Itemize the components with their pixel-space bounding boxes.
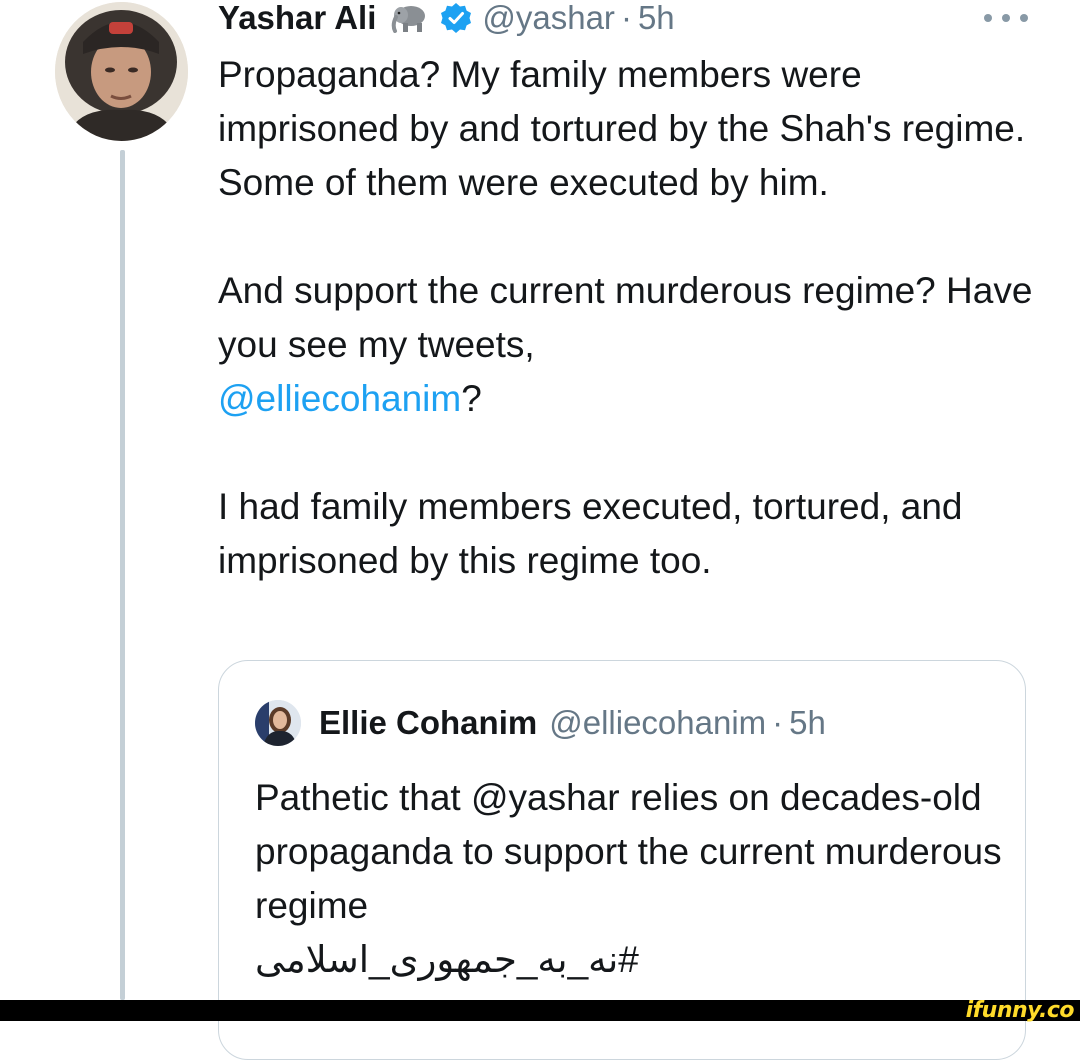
hashtag[interactable]: #نه_به_جمهوری_اسلامی (255, 933, 1015, 987)
quoted-tweet-time[interactable]: 5h (789, 704, 826, 742)
verified-badge-icon (440, 2, 472, 34)
author-avatar[interactable] (55, 2, 188, 141)
tweet-text: Propaganda? My family members were impri… (218, 48, 1038, 588)
quoted-author-name[interactable]: Ellie Cohanim (319, 704, 537, 742)
thread-line (120, 150, 125, 1000)
avatar-photo (55, 2, 188, 141)
quoted-tweet-header: Ellie Cohanim @elliecohanim · 5h (255, 699, 826, 747)
footer-bar (0, 1000, 1080, 1021)
elephant-icon (390, 3, 430, 33)
more-options-icon[interactable] (984, 8, 1028, 28)
separator-dot: · (620, 0, 632, 36)
quoted-tweet-text: Pathetic that @yashar relies on decades-… (255, 771, 1015, 987)
tweet-paragraph-text: And support the current murderous regime… (218, 270, 1033, 365)
tweet-paragraph: I had family members executed, tortured,… (218, 486, 963, 581)
quoted-author-handle[interactable]: @elliecohanim (549, 704, 766, 742)
mention-link[interactable]: @elliecohanim (218, 378, 461, 419)
watermark: ifunny.co (965, 998, 1075, 1023)
tweet-time[interactable]: 5h (638, 0, 675, 38)
author-handle[interactable]: @yashar (482, 0, 615, 38)
author-name[interactable]: Yashar Ali (218, 0, 376, 38)
tweet-paragraph: And support the current murderous regime… (218, 264, 1038, 426)
tweet-header: Yashar Ali @yashar · 5h (218, 0, 675, 38)
quoted-author-avatar[interactable] (255, 700, 301, 746)
quoted-tweet-body: Pathetic that @yashar relies on decades-… (255, 777, 1002, 926)
tweet-paragraph: Propaganda? My family members were impri… (218, 54, 1026, 203)
tweet-paragraph-end: ? (461, 378, 482, 419)
separator-dot: · (772, 704, 784, 741)
